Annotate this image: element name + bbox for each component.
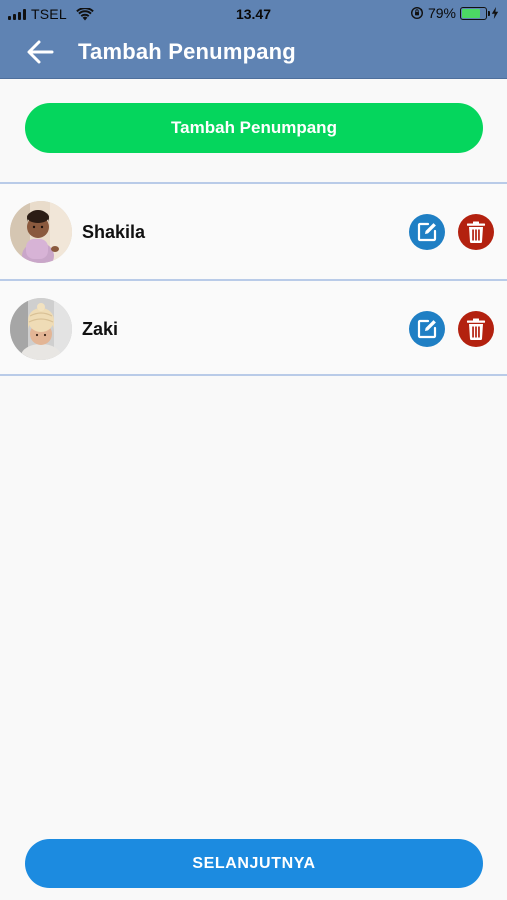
trash-icon [467, 221, 485, 244]
battery-fill [462, 8, 481, 18]
next-button[interactable]: SELANJUTNYA [25, 839, 483, 888]
page-title: Tambah Penumpang [78, 39, 296, 64]
charging-bolt-icon [491, 7, 499, 19]
status-bar: TSEL 13.47 79% [0, 0, 507, 28]
battery-percent: 79% [427, 5, 456, 21]
trash-icon [467, 318, 485, 341]
edit-icon [417, 319, 437, 339]
nav-bar: Tambah Penumpang [0, 28, 507, 79]
add-passenger-button[interactable]: Tambah Penumpang [25, 103, 483, 153]
edit-passenger-button[interactable] [409, 214, 445, 250]
passenger-row-shakila[interactable]: Shakila [0, 182, 507, 279]
passenger-list: Shakila Zaki [0, 182, 507, 376]
status-right: 79% [410, 5, 499, 21]
edit-icon [417, 222, 437, 242]
battery-icon [460, 6, 490, 20]
edit-passenger-button[interactable] [409, 311, 445, 347]
passenger-name: Shakila [82, 222, 146, 242]
passenger-row-zaki[interactable]: Zaki [0, 279, 507, 376]
passenger-name: Zaki [82, 319, 119, 339]
avatar [10, 201, 72, 263]
delete-passenger-button[interactable] [458, 214, 494, 250]
delete-passenger-button[interactable] [458, 311, 494, 347]
header: TSEL 13.47 79% Tambah Penumpang [0, 0, 507, 79]
avatar [10, 298, 72, 360]
orientation-lock-icon [410, 6, 423, 20]
screen: TSEL 13.47 79% Tambah Penumpang Tambah P… [0, 0, 507, 900]
back-arrow-icon[interactable] [22, 38, 58, 66]
